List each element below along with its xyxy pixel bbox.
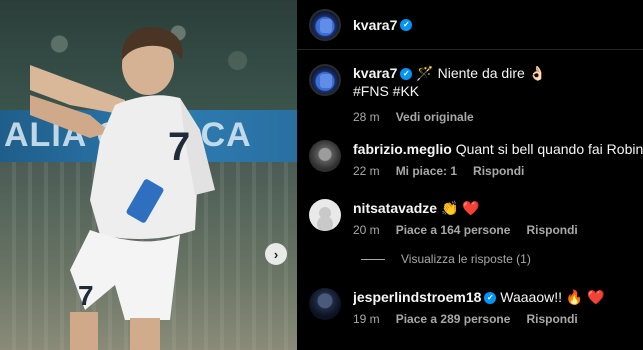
carousel-next-button[interactable]: › (265, 243, 287, 265)
commenter-avatar[interactable] (309, 199, 341, 231)
comment-time[interactable]: 19 m (353, 312, 380, 326)
player-figure: 7 7 (30, 26, 215, 350)
comment-item: nitsatavadze 👏 ❤️ 20 m Piace a 164 perso… (309, 199, 643, 237)
replies-divider (361, 258, 385, 260)
comment-item: jesperlindstroem18 ✓ Waaaow!! 🔥 ❤️ 19 m P… (309, 288, 643, 326)
caption-hashtags[interactable]: #FNS #KK (353, 82, 643, 100)
comments-panel: kvara7 ✓ kvara7 ✓ 🪄 Niente da dire 👌🏻 #FN… (297, 0, 643, 350)
comment-likes[interactable]: Mi piace: 1 (396, 164, 457, 178)
view-replies-label: Visualizza le risposte (1) (401, 252, 531, 266)
caption-username[interactable]: kvara7 (353, 65, 397, 81)
svg-text:7: 7 (78, 280, 94, 311)
commenter-username[interactable]: jesperlindstroem18 (353, 289, 481, 305)
caption-text: 🪄 Niente da dire 👌🏻 (416, 65, 547, 81)
commenter-username[interactable]: fabrizio.meglio (353, 141, 452, 157)
reply-button[interactable]: Rispondi (473, 164, 524, 178)
view-replies-button[interactable]: Visualizza le risposte (1) (361, 252, 531, 266)
commenter-avatar[interactable] (309, 140, 341, 172)
chevron-right-icon: › (273, 246, 279, 262)
verified-badge-icon: ✓ (400, 18, 413, 31)
reply-button[interactable]: Rispondi (526, 312, 577, 326)
commenter-avatar[interactable] (309, 288, 341, 320)
comment-time[interactable]: 20 m (353, 223, 380, 237)
post-header: kvara7 ✓ (297, 0, 643, 50)
comment-time[interactable]: 22 m (353, 164, 380, 178)
author-username[interactable]: kvara7 (353, 17, 397, 33)
reply-button[interactable]: Rispondi (526, 223, 577, 237)
commenter-username[interactable]: nitsatavadze (353, 200, 437, 216)
caption-avatar[interactable] (309, 64, 341, 96)
comment-item: fabrizio.meglio Quant si bell quando fai… (309, 140, 643, 178)
svg-text:7: 7 (168, 125, 190, 169)
comment-text: Quant si bell quando fai Robin Hood (455, 141, 643, 157)
post-image[interactable]: ALIA CROCCA 7 7 › (0, 0, 297, 350)
see-original-link[interactable]: Vedi originale (396, 110, 474, 124)
verified-badge-icon: ✓ (400, 68, 413, 81)
comment-text: 👏 ❤️ (440, 200, 480, 216)
caption-time[interactable]: 28 m (353, 110, 380, 124)
comment-likes[interactable]: Piace a 289 persone (396, 312, 511, 326)
comment-text: Waaaow!! 🔥 ❤️ (500, 289, 605, 305)
author-avatar[interactable] (309, 8, 341, 41)
comment-likes[interactable]: Piace a 164 persone (396, 223, 511, 237)
verified-badge-icon: ✓ (484, 292, 497, 305)
caption: kvara7 ✓ 🪄 Niente da dire 👌🏻 #FNS #KK 28 … (309, 64, 643, 124)
